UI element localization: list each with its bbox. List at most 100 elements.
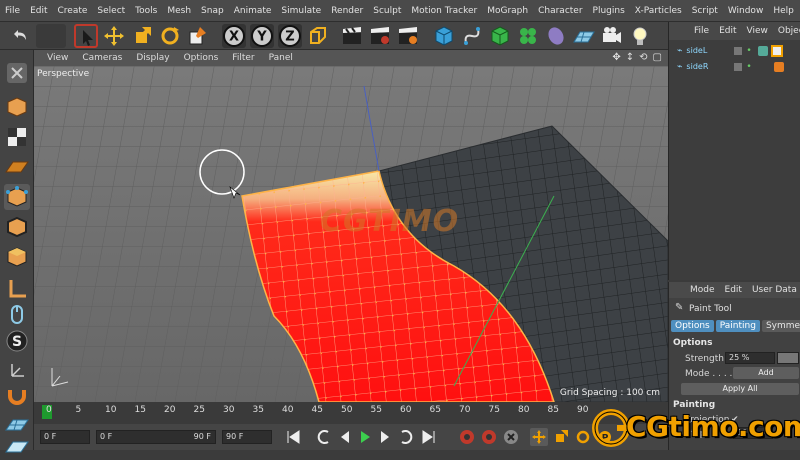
cube-primitive-icon[interactable] <box>432 24 456 48</box>
attributes-menu-edit[interactable]: Edit <box>720 285 747 295</box>
pan-icon[interactable]: ✥ <box>612 52 620 63</box>
tag-texture-icon[interactable] <box>770 44 783 57</box>
undo-icon[interactable] <box>8 24 32 48</box>
render-view-icon[interactable] <box>340 24 364 48</box>
objects-menu-edit[interactable]: Edit <box>714 26 741 36</box>
menu-item-render[interactable]: Render <box>326 6 368 16</box>
menu-item-select[interactable]: Select <box>92 6 130 16</box>
object-row-sideR[interactable]: ⌁ sideR • <box>669 60 800 73</box>
tag-material-icon[interactable] <box>773 61 784 72</box>
menu-item-tools[interactable]: Tools <box>130 6 162 16</box>
maximize-icon[interactable]: ▢ <box>653 52 662 63</box>
camera-icon[interactable] <box>600 24 624 48</box>
attributes-menu-user-data[interactable]: User Data <box>747 285 800 295</box>
menu-item-mesh[interactable]: Mesh <box>162 6 196 16</box>
record-active-icon[interactable] <box>458 428 476 446</box>
next-frame-icon[interactable] <box>376 428 394 446</box>
object-name[interactable]: sideL <box>686 46 726 55</box>
menu-item-script[interactable]: Script <box>687 6 723 16</box>
live-selection-icon[interactable] <box>74 24 98 48</box>
model-mode-icon[interactable] <box>4 94 30 120</box>
tab-symmetry[interactable]: Symmetry <box>761 320 800 332</box>
visibility-toggle-icon[interactable] <box>734 62 743 71</box>
autokeying-icon[interactable] <box>480 428 498 446</box>
floor-icon[interactable] <box>572 24 596 48</box>
polygons-mode-icon[interactable] <box>4 244 30 270</box>
magnet-icon[interactable] <box>4 382 30 408</box>
menu-item-x-particles[interactable]: X-Particles <box>630 6 687 16</box>
x-axis-lock-button[interactable]: X <box>222 24 246 48</box>
menu-item-sculpt[interactable]: Sculpt <box>368 6 406 16</box>
z-axis-lock-button[interactable]: Z <box>278 24 302 48</box>
dolly-icon[interactable]: ↕ <box>626 52 634 63</box>
make-editable-icon[interactable] <box>4 60 30 86</box>
render-picture-viewer-icon[interactable] <box>368 24 392 48</box>
attributes-menu-mode[interactable]: Mode <box>685 285 720 295</box>
coordinate-system-icon[interactable] <box>306 24 330 48</box>
start-frame-field[interactable]: 0 F <box>40 430 90 444</box>
move-icon[interactable] <box>102 24 126 48</box>
menu-item-character[interactable]: Character <box>533 6 587 16</box>
light-icon[interactable] <box>628 24 652 48</box>
render-settings-icon[interactable] <box>396 24 420 48</box>
viewport-menu-options[interactable]: Options <box>177 53 226 63</box>
snapping-icon[interactable]: S <box>4 328 30 354</box>
points-mode-icon[interactable] <box>4 184 30 210</box>
paint-tool-icon[interactable] <box>186 24 210 48</box>
timeline-ruler[interactable]: 0 5 10 15 20 25 30 35 40 45 50 55 60 65 70 75 80 85 90 <box>34 402 668 424</box>
menu-item-window[interactable]: Window <box>723 6 769 16</box>
mode-dropdown[interactable]: Add <box>733 367 799 379</box>
viewport-menu-display[interactable]: Display <box>129 53 176 63</box>
workplane-icon[interactable] <box>4 154 30 180</box>
enable-axis-icon[interactable] <box>4 276 30 302</box>
previous-key-icon[interactable] <box>314 428 332 446</box>
strength-field[interactable]: 25 % <box>725 352 775 364</box>
rotate-icon[interactable] <box>158 24 182 48</box>
viewport-menu-filter[interactable]: Filter <box>225 53 261 63</box>
locked-workplane-icon[interactable] <box>4 434 30 460</box>
tag-phong-icon[interactable] <box>757 45 768 56</box>
subdivision-surface-icon[interactable] <box>488 24 512 48</box>
next-key-icon[interactable] <box>398 428 416 446</box>
objects-menu-view[interactable]: View <box>742 26 773 36</box>
apply-all-button[interactable]: Apply All <box>681 383 799 395</box>
previous-frame-icon[interactable] <box>336 428 354 446</box>
play-icon[interactable] <box>356 428 374 446</box>
menu-item-create[interactable]: Create <box>53 6 93 16</box>
viewport-menu-view[interactable]: View <box>40 53 75 63</box>
objects-menu-file[interactable]: File <box>689 26 714 36</box>
end-frame-field[interactable]: 90 F <box>222 430 272 444</box>
menu-item-mograph[interactable]: MoGraph <box>482 6 533 16</box>
menu-item-edit[interactable]: Edit <box>25 6 52 16</box>
orbit-icon[interactable]: ⟲ <box>639 52 647 63</box>
enabled-check-icon[interactable]: • <box>746 46 751 56</box>
enabled-check-icon[interactable]: • <box>746 62 751 72</box>
tab-painting[interactable]: Painting <box>715 320 760 332</box>
redo-icon[interactable] <box>36 24 66 48</box>
strength-slider[interactable] <box>777 352 799 364</box>
go-to-end-icon[interactable] <box>420 428 438 446</box>
menu-item-snap[interactable]: Snap <box>196 6 229 16</box>
go-to-start-icon[interactable] <box>284 428 302 446</box>
tweak-mode-icon[interactable] <box>4 302 30 328</box>
mograph-cloner-icon[interactable] <box>516 24 540 48</box>
menu-item-plugins[interactable]: Plugins <box>588 6 630 16</box>
menu-item-help[interactable]: Help <box>768 6 799 16</box>
texture-mode-icon[interactable] <box>4 124 30 150</box>
menu-item-file[interactable]: File <box>0 6 25 16</box>
scale-key-icon[interactable] <box>552 428 570 446</box>
viewport-menu-cameras[interactable]: Cameras <box>75 53 129 63</box>
y-axis-lock-button[interactable]: Y <box>250 24 274 48</box>
object-name[interactable]: sideR <box>686 62 726 71</box>
object-row-sideL[interactable]: ⌁ sideL • <box>669 44 800 57</box>
scale-icon[interactable] <box>130 24 154 48</box>
objects-menu-objects[interactable]: Objects <box>773 26 800 36</box>
visibility-toggle-icon[interactable] <box>734 46 743 55</box>
viewport-menu-panel[interactable]: Panel <box>262 53 300 63</box>
deformer-icon[interactable] <box>544 24 568 48</box>
menu-item-motion-tracker[interactable]: Motion Tracker <box>406 6 482 16</box>
menu-item-animate[interactable]: Animate <box>229 6 277 16</box>
spline-pen-icon[interactable] <box>460 24 484 48</box>
menu-item-simulate[interactable]: Simulate <box>276 6 326 16</box>
axis-gizmo-icon[interactable] <box>4 356 30 382</box>
